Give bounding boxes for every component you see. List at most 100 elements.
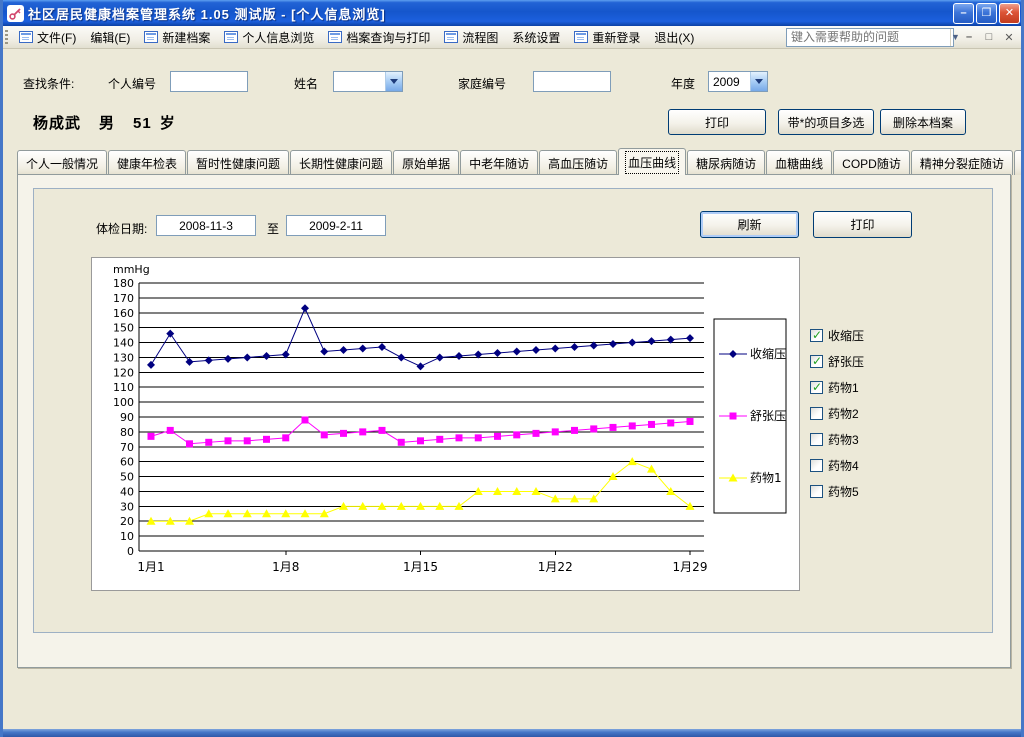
checkbox-checked-icon[interactable] — [810, 355, 823, 368]
personal-id-input[interactable] — [170, 71, 248, 92]
checkbox-收缩压[interactable]: 收缩压 — [810, 322, 864, 348]
menu-item-label: 文件(F) — [37, 29, 76, 46]
year-combobox[interactable]: 2009 — [708, 71, 768, 92]
mdi-close-button[interactable]: ✕ — [1002, 31, 1016, 44]
mdi-minimize-button[interactable]: – — [962, 31, 976, 44]
svg-text:130: 130 — [113, 351, 134, 364]
checkbox-checked-icon[interactable] — [810, 381, 823, 394]
blood-pressure-chart: 0102030405060708090100110120130140150160… — [91, 257, 800, 591]
checkbox-药物5[interactable]: 药物5 — [810, 478, 864, 504]
checkbox-label: 舒张压 — [828, 353, 864, 370]
delete-record-button[interactable]: 删除本档案 — [880, 109, 966, 135]
refresh-button[interactable]: 刷新 — [700, 211, 799, 238]
restore-button[interactable]: ❐ — [976, 3, 997, 24]
tab-label: 长期性健康问题 — [299, 155, 383, 172]
checkbox-label: 药物4 — [828, 457, 859, 474]
date-to-input[interactable] — [286, 215, 386, 236]
menubar-items: 文件(F) 编辑(E)新建档案个人信息浏览 档案查询与打印 流程图系统设置 重新登录退出… — [12, 27, 701, 48]
checkbox-label: 药物2 — [828, 405, 859, 422]
menu-item[interactable]: 档案查询与打印 — [321, 27, 437, 48]
toolbar-grip-icon[interactable] — [5, 30, 8, 45]
svg-text:50: 50 — [120, 471, 134, 484]
svg-text:80: 80 — [120, 426, 134, 439]
svg-text:60: 60 — [120, 456, 134, 469]
help-search-box[interactable]: ▼ — [786, 28, 954, 47]
menu-item[interactable]: 编辑(E) — [83, 27, 137, 48]
form-icon — [19, 31, 33, 43]
personal-id-label: 个人编号 — [108, 75, 156, 92]
window-bottom-frame — [0, 729, 1024, 737]
tab-label: 高血压随访 — [548, 155, 608, 172]
mdi-restore-button[interactable]: □ — [982, 31, 996, 44]
menu-item[interactable]: 流程图 — [437, 27, 505, 48]
tab-结核病随访[interactable]: 结核病随访 — [1014, 150, 1024, 175]
menu-item[interactable]: 系统设置 — [505, 27, 567, 48]
patient-gender: 男 — [99, 115, 115, 132]
menu-item[interactable]: 重新登录 — [567, 27, 647, 48]
menu-item[interactable]: 新建档案 — [137, 27, 217, 48]
menu-item[interactable]: 退出(X) — [647, 27, 701, 48]
tab-血糖曲线[interactable]: 血糖曲线 — [766, 150, 832, 175]
minimize-button[interactable]: – — [953, 3, 974, 24]
menu-item[interactable]: 文件(F) — [12, 27, 83, 48]
svg-text:10: 10 — [120, 530, 134, 543]
help-search-input[interactable] — [787, 30, 950, 44]
svg-text:1月15: 1月15 — [403, 560, 438, 574]
menu-item-label: 档案查询与打印 — [346, 29, 430, 46]
checkbox-舒张压[interactable]: 舒张压 — [810, 348, 864, 374]
menu-item-label: 重新登录 — [592, 29, 640, 46]
chevron-down-icon[interactable]: ▼ — [950, 29, 960, 46]
tab-暂时性健康问题[interactable]: 暂时性健康问题 — [187, 150, 289, 175]
chart-legend: 收缩压舒张压药物1 — [714, 319, 786, 513]
checkbox-unchecked-icon[interactable] — [810, 459, 823, 472]
tab-label: 精神分裂症随访 — [920, 155, 1004, 172]
mdi-window-controls: – □ ✕ — [962, 31, 1020, 44]
close-button[interactable]: ✕ — [999, 3, 1020, 24]
tab-label: 糖尿病随访 — [696, 155, 756, 172]
family-id-input[interactable] — [533, 71, 611, 92]
name-combobox[interactable] — [333, 71, 403, 92]
series-checkbox-list: 收缩压舒张压药物1 药物2 药物3 药物4 药物5 — [810, 322, 864, 504]
menu-item-label: 流程图 — [462, 29, 498, 46]
menu-bar: 文件(F) 编辑(E)新建档案个人信息浏览 档案查询与打印 流程图系统设置 重新登录退出… — [0, 26, 1024, 49]
chevron-down-icon[interactable] — [385, 72, 402, 91]
chevron-down-icon[interactable] — [750, 72, 767, 91]
tab-血压曲线[interactable]: 血压曲线 — [618, 148, 686, 175]
tab-高血压随访[interactable]: 高血压随访 — [539, 150, 617, 175]
svg-text:140: 140 — [113, 337, 134, 350]
tab-COPD随访[interactable]: COPD随访 — [833, 150, 910, 175]
checkbox-药物1[interactable]: 药物1 — [810, 374, 864, 400]
tab-健康年检表[interactable]: 健康年检表 — [108, 150, 186, 175]
tab-label: 原始单据 — [402, 155, 450, 172]
multi-select-button[interactable]: 带*的项目多选 — [778, 109, 874, 135]
tab-精神分裂症随访[interactable]: 精神分裂症随访 — [911, 150, 1013, 175]
date-from-input[interactable] — [156, 215, 256, 236]
svg-text:160: 160 — [113, 307, 134, 320]
checkbox-unchecked-icon[interactable] — [810, 485, 823, 498]
date-to-label: 至 — [267, 220, 279, 237]
patient-name: 杨成武 — [33, 115, 81, 132]
tab-长期性健康问题[interactable]: 长期性健康问题 — [290, 150, 392, 175]
tab-原始单据[interactable]: 原始单据 — [393, 150, 459, 175]
menu-item[interactable]: 个人信息浏览 — [217, 27, 321, 48]
tab-中老年随访[interactable]: 中老年随访 — [460, 150, 538, 175]
chart-svg: 0102030405060708090100110120130140150160… — [92, 258, 799, 590]
menu-item-label: 退出(X) — [654, 29, 694, 46]
checkbox-药物3[interactable]: 药物3 — [810, 426, 864, 452]
tab-个人一般情况[interactable]: 个人一般情况 — [17, 150, 107, 175]
print-chart-button[interactable]: 打印 — [813, 211, 912, 238]
checkbox-药物4[interactable]: 药物4 — [810, 452, 864, 478]
checkbox-unchecked-icon[interactable] — [810, 407, 823, 420]
svg-text:70: 70 — [120, 441, 134, 454]
checkbox-药物2[interactable]: 药物2 — [810, 400, 864, 426]
window-title: 社区居民健康档案管理系统 1.05 测试版 - [个人信息浏览] — [28, 4, 953, 23]
checkbox-unchecked-icon[interactable] — [810, 433, 823, 446]
series-收缩压 — [147, 304, 694, 370]
tab-糖尿病随访[interactable]: 糖尿病随访 — [687, 150, 765, 175]
tab-label: 中老年随访 — [469, 155, 529, 172]
svg-text:1月22: 1月22 — [538, 560, 573, 574]
checkbox-checked-icon[interactable] — [810, 329, 823, 342]
svg-text:120: 120 — [113, 366, 134, 379]
svg-text:0: 0 — [127, 545, 134, 558]
print-record-button[interactable]: 打印 — [668, 109, 766, 135]
